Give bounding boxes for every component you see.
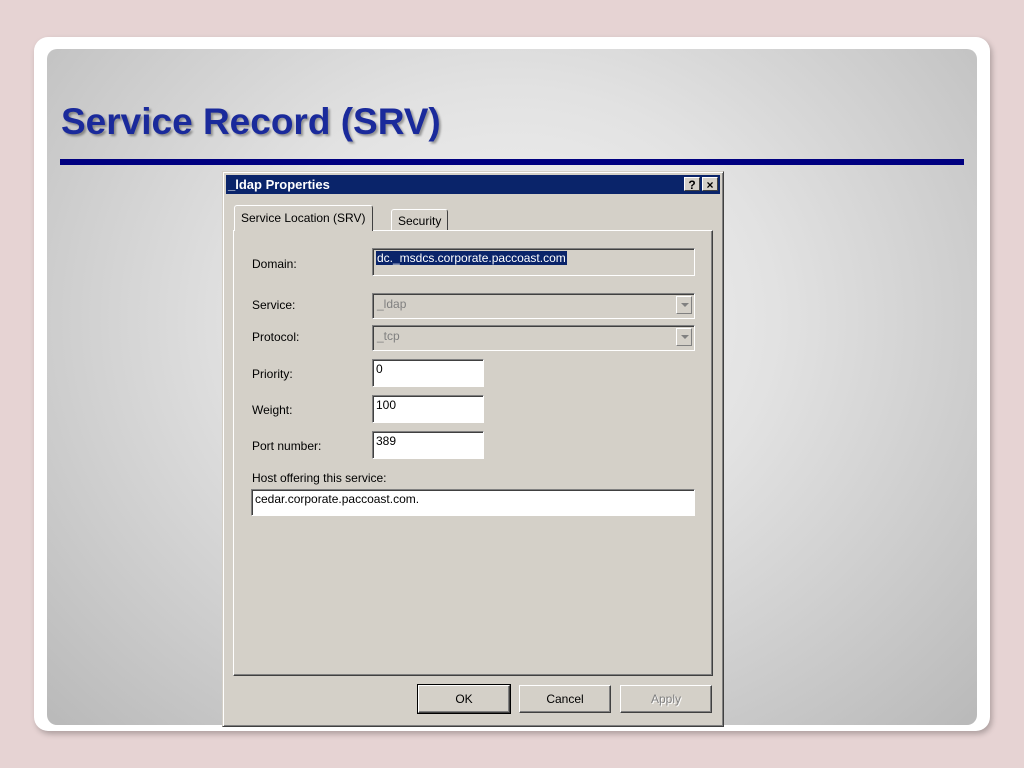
host-input[interactable]: cedar.corporate.paccoast.com. [251,489,695,516]
protocol-label: Protocol: [252,330,300,344]
priority-input[interactable]: 0 [372,359,484,387]
weight-input[interactable]: 100 [372,395,484,423]
help-button[interactable]: ? [684,177,700,192]
ok-button[interactable]: OK [417,684,511,714]
domain-value: dc._msdcs.corporate.paccoast.com [376,251,567,265]
apply-button[interactable]: Apply [620,685,712,713]
service-value: _ldap [377,297,407,311]
host-label: Host offering this service: [252,471,387,485]
service-label: Service: [252,298,296,312]
close-button[interactable]: × [702,177,718,192]
dialog-title: _ldap Properties [228,177,330,192]
title-divider [60,159,964,165]
dialog-titlebar[interactable]: _ldap Properties ? × [226,175,720,194]
tab-service-location[interactable]: Service Location (SRV) [234,205,373,231]
service-select[interactable]: _ldap [372,293,695,319]
tab-panel: Domain: dc._msdcs.corporate.paccoast.com… [233,230,713,676]
protocol-value: _tcp [377,329,400,343]
chevron-down-icon[interactable] [676,296,692,314]
chevron-down-icon[interactable] [676,328,692,346]
slide-title: Service Record (SRV) [61,101,441,142]
properties-dialog: _ldap Properties ? × Service Location (S… [222,171,724,727]
port-label: Port number: [252,439,322,453]
protocol-select[interactable]: _tcp [372,325,695,351]
weight-label: Weight: [252,403,293,417]
domain-field[interactable]: dc._msdcs.corporate.paccoast.com [372,248,695,276]
tab-security[interactable]: Security [391,209,449,231]
priority-label: Priority: [252,367,293,381]
domain-label: Domain: [252,257,297,271]
port-input[interactable]: 389 [372,431,484,459]
cancel-button[interactable]: Cancel [519,685,611,713]
